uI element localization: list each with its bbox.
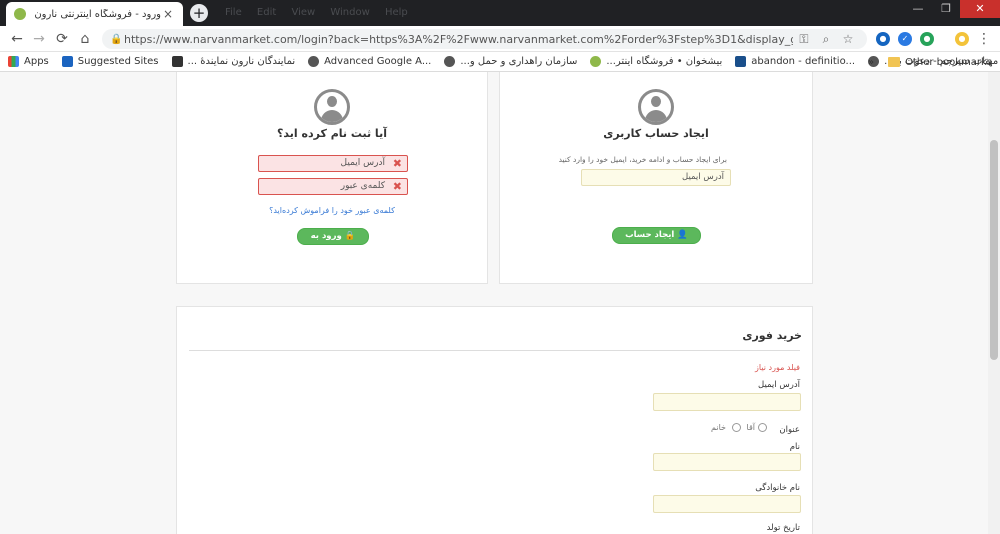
extension-icon[interactable]: ✓ xyxy=(898,32,912,46)
url-text[interactable]: https://www.narvanmarket.com/login?back=… xyxy=(124,33,793,46)
error-icon: ✖ xyxy=(392,180,402,193)
bookmark-item[interactable]: abandon - definitio... xyxy=(735,56,855,67)
site-favicon-icon xyxy=(590,56,602,67)
dictionary-icon xyxy=(735,56,747,67)
birthdate-label: تاریخ تولد xyxy=(766,523,800,533)
login-email-input[interactable]: ✖ آدرس ایمیل xyxy=(258,155,408,172)
zoom-icon[interactable]: ⌕ xyxy=(815,32,837,47)
globe-icon xyxy=(444,56,456,67)
firstname-input[interactable] xyxy=(653,453,801,471)
login-title: آیا ثبت نام کرده اید؟ xyxy=(277,127,387,140)
maximize-button[interactable]: ❐ xyxy=(932,0,960,18)
bing-icon xyxy=(61,56,73,67)
bookmark-item[interactable]: Suggested Sites xyxy=(61,56,159,67)
user-icon: 👤 xyxy=(677,230,688,240)
register-email-input[interactable]: آدرس ایمیل xyxy=(581,169,731,186)
error-icon: ✖ xyxy=(392,157,402,170)
folder-icon xyxy=(888,57,901,67)
email-label: آدرس ایمیل xyxy=(758,380,800,390)
firstname-label: نام xyxy=(789,442,800,452)
site-favicon-icon xyxy=(14,8,26,20)
extension-icon[interactable]: ● xyxy=(920,32,934,46)
tab-title: ورود - فروشگاه اینترنتی نارون مارکت xyxy=(32,8,161,20)
bookmarks-bar: Apps Suggested Sites نمایندگان نارون نما… xyxy=(0,52,1000,72)
lastname-input[interactable] xyxy=(653,495,801,513)
bookmark-star-icon[interactable]: ☆ xyxy=(837,32,859,46)
browser-menu-button[interactable]: ⋮ xyxy=(975,30,993,48)
back-button[interactable]: ← xyxy=(8,30,26,48)
title-label: عنوان xyxy=(779,425,800,435)
register-note: برای ایجاد حساب و ادامه خرید، ایمیل خود … xyxy=(558,155,727,164)
forgot-password-link[interactable]: کلمه‌ی عبور خود را فراموش کرده‌اید؟ xyxy=(177,206,487,215)
m-logo-icon xyxy=(171,56,183,67)
bookmark-item[interactable]: Advanced Google A... xyxy=(308,56,431,67)
address-bar[interactable]: 🔒 https://www.narvanmarket.com/login?bac… xyxy=(102,29,867,49)
required-note: فیلد مورد نیاز xyxy=(755,363,800,372)
bookmark-item[interactable]: نمایندگان نارون نمایندهٔ ... xyxy=(171,56,295,67)
login-password-input[interactable]: ✖ کلمه‌ی عبور xyxy=(258,178,408,195)
more-bookmarks-button[interactable]: » xyxy=(868,57,874,68)
radio-mr[interactable] xyxy=(758,423,767,432)
browser-titlebar: ورود - فروشگاه اینترنتی نارون مارکت × + … xyxy=(0,0,1000,26)
scrollbar-thumb[interactable] xyxy=(990,140,998,360)
register-title: ایجاد حساب کاربری xyxy=(603,127,709,140)
minimize-button[interactable]: — xyxy=(904,0,932,18)
guest-email-input[interactable] xyxy=(653,393,801,411)
scrollbar[interactable] xyxy=(988,72,1000,534)
browser-toolbar: ← → ⟳ ⌂ 🔒 https://www.narvanmarket.com/l… xyxy=(0,26,1000,52)
user-avatar-icon xyxy=(314,89,350,125)
other-bookmarks[interactable]: Other bookmarks xyxy=(905,57,992,68)
close-window-button[interactable]: ✕ xyxy=(960,0,1000,18)
close-tab-icon[interactable]: × xyxy=(161,7,175,21)
create-account-button[interactable]: 👤 ایجاد حساب کاربری xyxy=(612,227,701,255)
window-controls: — ❐ ✕ xyxy=(904,0,1000,18)
bookmarks-right: » Other bookmarks xyxy=(868,52,992,72)
register-box: ایجاد حساب کاربری برای ایجاد حساب و ادام… xyxy=(499,72,813,284)
lock-icon: 🔒 xyxy=(344,231,356,241)
divider xyxy=(189,350,800,351)
title-options: آقا خانم xyxy=(711,423,770,432)
reload-button[interactable]: ⟳ xyxy=(53,30,71,48)
ghost-menu-text: File Edit View Window Help xyxy=(225,7,408,18)
forward-button[interactable]: → xyxy=(30,30,48,48)
guest-heading: خرید فوری xyxy=(742,329,802,342)
apps-icon xyxy=(8,56,19,67)
new-tab-button[interactable]: + xyxy=(190,4,208,22)
page-content: آیا ثبت نام کرده اید؟ ✖ آدرس ایمیل ✖ کلم… xyxy=(0,72,988,534)
extension-icon[interactable]: ● xyxy=(876,32,890,46)
lock-icon: 🔒 xyxy=(110,33,123,45)
bookmark-item[interactable]: بیشخوان • فروشگاه اینتر... xyxy=(590,56,722,67)
home-button[interactable]: ⌂ xyxy=(76,30,94,48)
active-tab[interactable]: ورود - فروشگاه اینترنتی نارون مارکت × xyxy=(6,2,183,26)
user-avatar-icon xyxy=(638,89,674,125)
bookmark-item[interactable]: سازمان راهداری و حمل و... xyxy=(444,56,577,67)
lastname-label: نام خانوادگی xyxy=(755,483,800,493)
profile-avatar[interactable]: ● xyxy=(955,32,969,46)
guest-checkout-box: خرید فوری فیلد مورد نیاز آدرس ایمیل عنوا… xyxy=(176,306,813,534)
login-button[interactable]: 🔒 ورود به حساب xyxy=(297,228,369,256)
bookmark-item[interactable]: Apps xyxy=(8,56,49,67)
radio-mrs[interactable] xyxy=(731,423,741,432)
key-icon[interactable]: ⚿ xyxy=(793,32,815,47)
globe-icon xyxy=(308,56,320,67)
login-box: آیا ثبت نام کرده اید؟ ✖ آدرس ایمیل ✖ کلم… xyxy=(176,72,488,284)
